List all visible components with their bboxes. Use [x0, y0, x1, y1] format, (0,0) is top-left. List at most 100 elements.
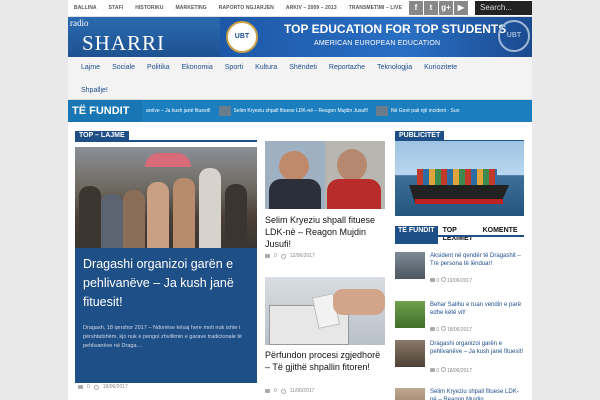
comment-icon [265, 389, 270, 393]
banner-subtitle: AMERICAN EUROPEAN EDUCATION [314, 40, 441, 47]
crowd-figure [79, 186, 101, 248]
logo-big-text: SHARRI [82, 31, 166, 55]
topnav-stafi[interactable]: STAFI [109, 5, 124, 11]
ticker-thumbnail [218, 106, 231, 116]
ticker-item-text: Në Gorë pati një incident - Sun [391, 108, 460, 114]
ticker-item[interactable]: Në Gorë pati një incident - Sun [376, 106, 459, 116]
ticker-thumbnail [376, 106, 389, 116]
clock-icon [280, 253, 286, 259]
google-plus-icon[interactable]: g+ [439, 1, 453, 15]
sidebar-thumbnail [395, 252, 425, 279]
ticker-label: TË FUNDIT [68, 100, 142, 122]
sidebar-item[interactable]: Aksident në qendër të Dragashit – Tre pe… [395, 252, 525, 284]
ticker-item-text: anëve – Ja kush janë fituesit! [146, 108, 211, 114]
article-meta: 0 11/06/2017 [265, 388, 314, 394]
sidebar-item[interactable]: Selim Kryeziu shpall fituese LDK-në – Re… [395, 388, 525, 400]
person-head [279, 151, 309, 181]
person-body [269, 179, 321, 209]
nav-sociale[interactable]: Sociale [106, 64, 141, 71]
article-title[interactable]: Selim Kryeziu shpall fituese LDK-në – Re… [265, 214, 387, 250]
featured-title[interactable]: Dragashi organizoi garën e pehlivanëve –… [83, 255, 251, 312]
facebook-icon[interactable]: f [409, 1, 423, 15]
nav-reportazhe[interactable]: Reportazhe [323, 64, 371, 71]
ad-banner[interactable]: UBT TOP EDUCATION FOR TOP STUDENTS AMERI… [220, 17, 532, 57]
comment-count: 0 [87, 384, 90, 390]
ship-containers [417, 169, 497, 185]
sidebar-item-title[interactable]: Selim Kryeziu shpall fituese LDK-në – Re… [430, 388, 525, 400]
ticker-item[interactable]: anëve – Ja kush janë fituesit! [146, 108, 211, 114]
banner-logo: UBT [226, 21, 258, 53]
featured-meta: 0 18/06/2017 [78, 384, 128, 390]
topnav-raporto[interactable]: RAPORTO NGJARJEN [219, 5, 274, 11]
nav-kuriozitete[interactable]: Kuriozitete [418, 64, 463, 71]
post-date: 18/06/2017 [102, 384, 128, 390]
crowd-figure [173, 178, 195, 248]
clock-icon [93, 384, 99, 390]
nav-lajme[interactable]: Lajme [75, 64, 106, 71]
post-date: 12/06/2017 [289, 253, 315, 259]
post-date: 18/06/2017 [446, 368, 472, 374]
sidebar-item-title[interactable]: Behar Salihu e ruan vendin e parë edhe k… [430, 301, 525, 317]
nav-shendeti[interactable]: Shëndeti [283, 64, 323, 71]
search-input[interactable]: Search... [475, 1, 532, 15]
nav-politika[interactable]: Politika [141, 64, 176, 71]
nav-ekonomia[interactable]: Ekonomia [176, 64, 219, 71]
article-image[interactable] [265, 277, 385, 345]
nav-teknologjia[interactable]: Teknologjia [371, 64, 418, 71]
comment-count: 0 [436, 368, 440, 374]
post-date: 18/06/2017 [446, 327, 472, 333]
article-title[interactable]: Përfundon procesi zgjedhorë – Të gjithë … [265, 349, 387, 373]
post-date: 11/06/2017 [289, 388, 315, 394]
comment-count: 0 [274, 388, 277, 394]
article-image[interactable] [265, 141, 385, 209]
umbrella-shape [145, 153, 191, 167]
crowd-figure [199, 168, 221, 248]
topnav-arkiv[interactable]: ARKIV – 2009 – 2013 [286, 5, 337, 11]
featured-excerpt: Dragash, 18 qershor 2017 – Ndonëse kësaj… [83, 325, 242, 349]
ticker-item-text: Selim Kryeziu shpall fituese LDK-në – Re… [233, 108, 369, 114]
sidebar-item[interactable]: Dragashi organizoi garën e pehlivanëve –… [395, 340, 525, 374]
featured-image[interactable] [75, 147, 257, 248]
comment-count: 0 [436, 278, 440, 284]
sidebar-item-meta: 0 18/06/2017 [430, 367, 472, 374]
nav-kultura[interactable]: Kultura [249, 64, 283, 71]
sidebar-item[interactable]: Behar Salihu e ruan vendin e parë edhe k… [395, 301, 525, 333]
topnav-marketing[interactable]: MARKETING [176, 5, 207, 11]
section-divider [75, 140, 257, 142]
site-logo[interactable]: radio SHARRI [68, 17, 220, 57]
banner-logo-watermark: UBT [498, 20, 530, 52]
sidebar-thumbnail [395, 340, 425, 367]
youtube-icon[interactable]: ▶ [454, 1, 468, 15]
featured-article[interactable]: Dragashi organizoi garën e pehlivanëve –… [75, 147, 257, 383]
topnav-ballina[interactable]: BALLINA [74, 5, 97, 11]
topnav-historiku[interactable]: HISTORIKU [135, 5, 163, 11]
clock-icon [280, 388, 286, 394]
ad-ship-image[interactable] [395, 141, 524, 216]
top-nav: BALLINA STAFI HISTORIKU MARKETING RAPORT… [74, 5, 402, 11]
top-bar: BALLINA STAFI HISTORIKU MARKETING RAPORT… [68, 0, 532, 17]
ticker-item[interactable]: Selim Kryeziu shpall fituese LDK-në – Re… [218, 106, 369, 116]
nav-sporti[interactable]: Sporti [219, 64, 249, 71]
news-ticker: TË FUNDIT anëve – Ja kush janë fituesit!… [68, 100, 532, 122]
person-head [337, 149, 367, 181]
article-meta: 0 12/06/2017 [265, 253, 315, 259]
topnav-live[interactable]: TRANSMETIMI – LIVE [349, 5, 402, 11]
comment-icon [265, 254, 270, 258]
sidebar-item-title[interactable]: Aksident në qendër të Dragashit – Tre pe… [430, 252, 525, 268]
logo-small-text: radio [70, 18, 89, 28]
crowd-figure [225, 184, 247, 248]
hand-shape [333, 289, 385, 315]
banner-title: TOP EDUCATION FOR TOP STUDENTS [284, 22, 507, 36]
clock-icon [440, 277, 446, 282]
comment-icon [430, 368, 435, 372]
sidebar-item-title[interactable]: Dragashi organizoi garën e pehlivanëve –… [430, 340, 525, 356]
nav-shpallje[interactable]: Shpallje! [75, 87, 114, 94]
sidebar-thumbnail [395, 388, 425, 400]
comment-count: 0 [436, 327, 440, 333]
person-body [327, 179, 381, 209]
site-header: radio SHARRI UBT TOP EDUCATION FOR TOP S… [68, 17, 532, 57]
twitter-icon[interactable]: t [424, 1, 438, 15]
post-date: 19/06/2017 [446, 278, 472, 284]
social-links: f t g+ ▶ [409, 1, 468, 15]
main-nav: Lajme Sociale Politika Ekonomia Sporti K… [68, 57, 532, 100]
